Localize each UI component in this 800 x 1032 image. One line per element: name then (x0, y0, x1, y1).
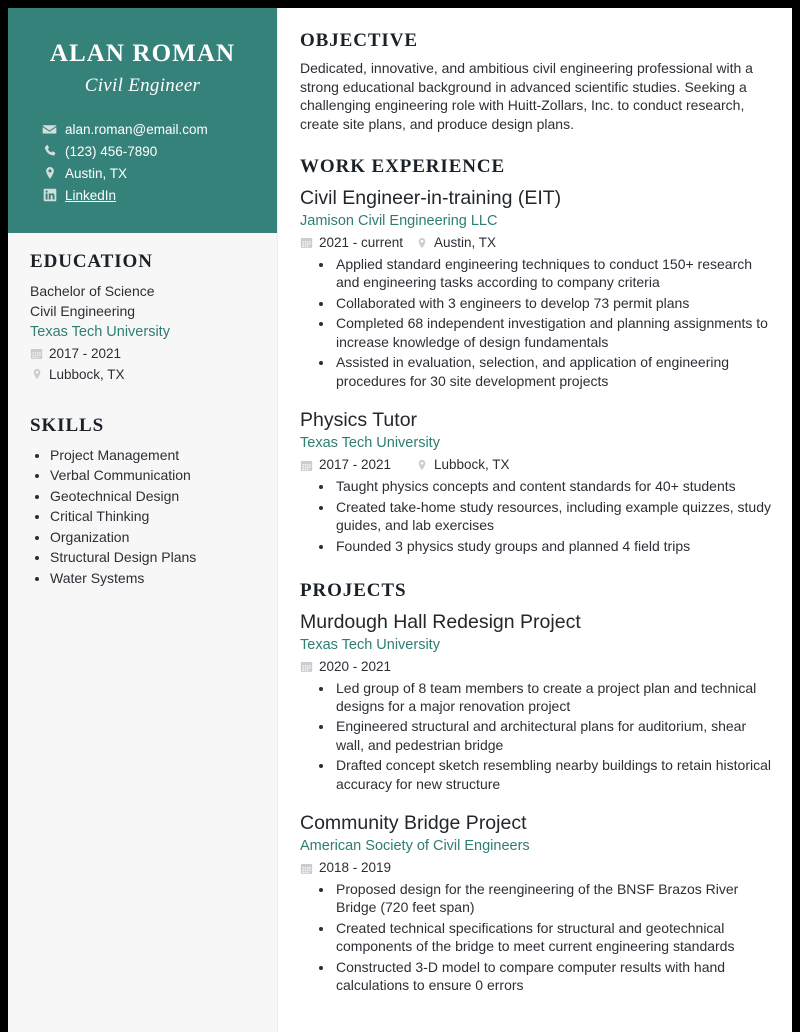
entry-bullet-list: Led group of 8 team members to create a … (300, 679, 772, 793)
list-item: Led group of 8 team members to create a … (334, 679, 772, 715)
list-item: Water Systems (50, 568, 255, 589)
work-entry: Civil Engineer-in-training (EIT) Jamison… (300, 185, 772, 390)
skills-heading: SKILLS (30, 414, 105, 436)
entry-dates: 2020 - 2021 (300, 657, 415, 677)
contact-list: alan.roman@email.com (123) 456-7890 Aust… (30, 119, 255, 206)
entry-dates: 2021 - current (300, 233, 415, 253)
entry-title: Physics Tutor (300, 409, 418, 432)
calendar-icon (300, 862, 313, 875)
list-item: Engineered structural and architectural … (334, 717, 772, 753)
entry-bullet-list: Applied standard engineering techniques … (300, 255, 772, 390)
entry-location: Lubbock, TX (415, 455, 510, 475)
list-item: Taught physics concepts and content stan… (334, 477, 772, 495)
contact-linkedin-text: LinkedIn (65, 187, 117, 203)
list-item: Constructed 3-D model to compare compute… (334, 958, 772, 994)
education-heading: EDUCATION (30, 250, 153, 272)
skills-list: Project Management Verbal Communication … (30, 445, 255, 589)
location-pin-icon (415, 236, 428, 249)
resume-page: ALAN ROMAN Civil Engineer alan.roman@ema… (8, 8, 792, 1032)
list-item: Founded 3 physics study groups and plann… (334, 537, 772, 555)
sidebar-header: ALAN ROMAN Civil Engineer alan.roman@ema… (8, 8, 277, 233)
linkedin-icon (42, 188, 57, 203)
education-dates-text: 2017 - 2021 (49, 345, 122, 361)
calendar-icon (300, 459, 313, 472)
list-item: Assisted in evaluation, selection, and a… (334, 353, 772, 389)
sidebar-body: EDUCATION Bachelor of Science Civil Engi… (8, 233, 277, 589)
list-item: Critical Thinking (50, 506, 255, 527)
list-item: Applied standard engineering techniques … (334, 255, 772, 291)
list-item: Verbal Communication (50, 465, 255, 486)
objective-heading: OBJECTIVE (300, 30, 418, 51)
entry-dates-text: 2021 - current (319, 234, 404, 250)
objective-text: Dedicated, innovative, and ambitious civ… (300, 60, 753, 133)
entry-location: Austin, TX (415, 233, 496, 253)
education-location-text: Lubbock, TX (49, 366, 125, 382)
entry-title: Murdough Hall Redesign Project (300, 610, 581, 633)
sidebar: ALAN ROMAN Civil Engineer alan.roman@ema… (8, 8, 278, 1032)
entry-bullet-list: Taught physics concepts and content stan… (300, 477, 772, 555)
calendar-icon (300, 236, 313, 249)
entry-meta: 2017 - 2021 Lubbock, TX (300, 455, 772, 475)
work-experience-heading: WORK EXPERIENCE (300, 155, 506, 177)
education-dates: 2017 - 2021 (30, 343, 255, 364)
entry-dates-text: 2018 - 2019 (319, 860, 392, 876)
contact-email[interactable]: alan.roman@email.com (42, 119, 255, 140)
education-major: Civil Engineering (30, 302, 136, 319)
entry-meta: 2021 - current Austin, TX (300, 233, 772, 253)
projects-heading: PROJECTS (300, 579, 407, 601)
location-pin-icon (415, 459, 428, 472)
work-entry: Physics Tutor Texas Tech University 2017… (300, 407, 772, 555)
entry-meta: 2020 - 2021 (300, 657, 772, 677)
entry-organization: Texas Tech University (300, 435, 440, 452)
contact-phone[interactable]: (123) 456-7890 (42, 141, 255, 162)
entry-title: Civil Engineer-in-training (EIT) (300, 186, 562, 209)
candidate-job-title: Civil Engineer (84, 74, 201, 96)
list-item: Proposed design for the reengineering of… (334, 880, 772, 916)
list-item: Geotechnical Design (50, 486, 255, 507)
list-item: Completed 68 independent investigation a… (334, 314, 772, 350)
entry-title: Community Bridge Project (300, 812, 527, 835)
calendar-icon (300, 660, 313, 673)
candidate-name: ALAN ROMAN (49, 40, 236, 67)
education-location: Lubbock, TX (30, 364, 255, 385)
education-school: Texas Tech University (30, 323, 170, 340)
entry-dates: 2018 - 2019 (300, 858, 415, 878)
entry-dates-text: 2020 - 2021 (319, 658, 392, 674)
list-item: Structural Design Plans (50, 547, 255, 568)
contact-phone-text: (123) 456-7890 (65, 143, 158, 159)
list-item: Collaborated with 3 engineers to develop… (334, 294, 772, 312)
contact-linkedin[interactable]: LinkedIn (42, 185, 255, 206)
entry-dates-text: 2017 - 2021 (319, 457, 392, 473)
envelope-icon (42, 122, 57, 137)
contact-location-text: Austin, TX (65, 165, 128, 181)
entry-meta: 2018 - 2019 (300, 858, 772, 878)
location-pin-icon (42, 166, 57, 181)
calendar-icon (30, 347, 43, 360)
list-item: Created technical specifications for str… (334, 919, 772, 955)
list-item: Drafted concept sketch resembling nearby… (334, 756, 772, 792)
entry-organization: American Society of Civil Engineers (300, 838, 530, 855)
entry-organization: Texas Tech University (300, 636, 440, 653)
phone-icon (42, 144, 57, 159)
entry-organization: Jamison Civil Engineering LLC (300, 212, 498, 229)
project-entry: Murdough Hall Redesign Project Texas Tec… (300, 609, 772, 793)
main-content: OBJECTIVE Dedicated, innovative, and amb… (278, 8, 792, 1032)
contact-email-text: alan.roman@email.com (65, 121, 208, 137)
entry-bullet-list: Proposed design for the reengineering of… (300, 880, 772, 994)
list-item: Organization (50, 527, 255, 548)
entry-dates: 2017 - 2021 (300, 455, 415, 475)
project-entry: Community Bridge Project American Societ… (300, 810, 772, 994)
contact-location: Austin, TX (42, 163, 255, 184)
location-pin-icon (30, 368, 43, 381)
entry-location-text: Lubbock, TX (434, 457, 510, 473)
education-degree: Bachelor of Science (30, 282, 155, 299)
list-item: Created take-home study resources, inclu… (334, 498, 772, 534)
entry-location-text: Austin, TX (434, 234, 497, 250)
list-item: Project Management (50, 445, 255, 466)
